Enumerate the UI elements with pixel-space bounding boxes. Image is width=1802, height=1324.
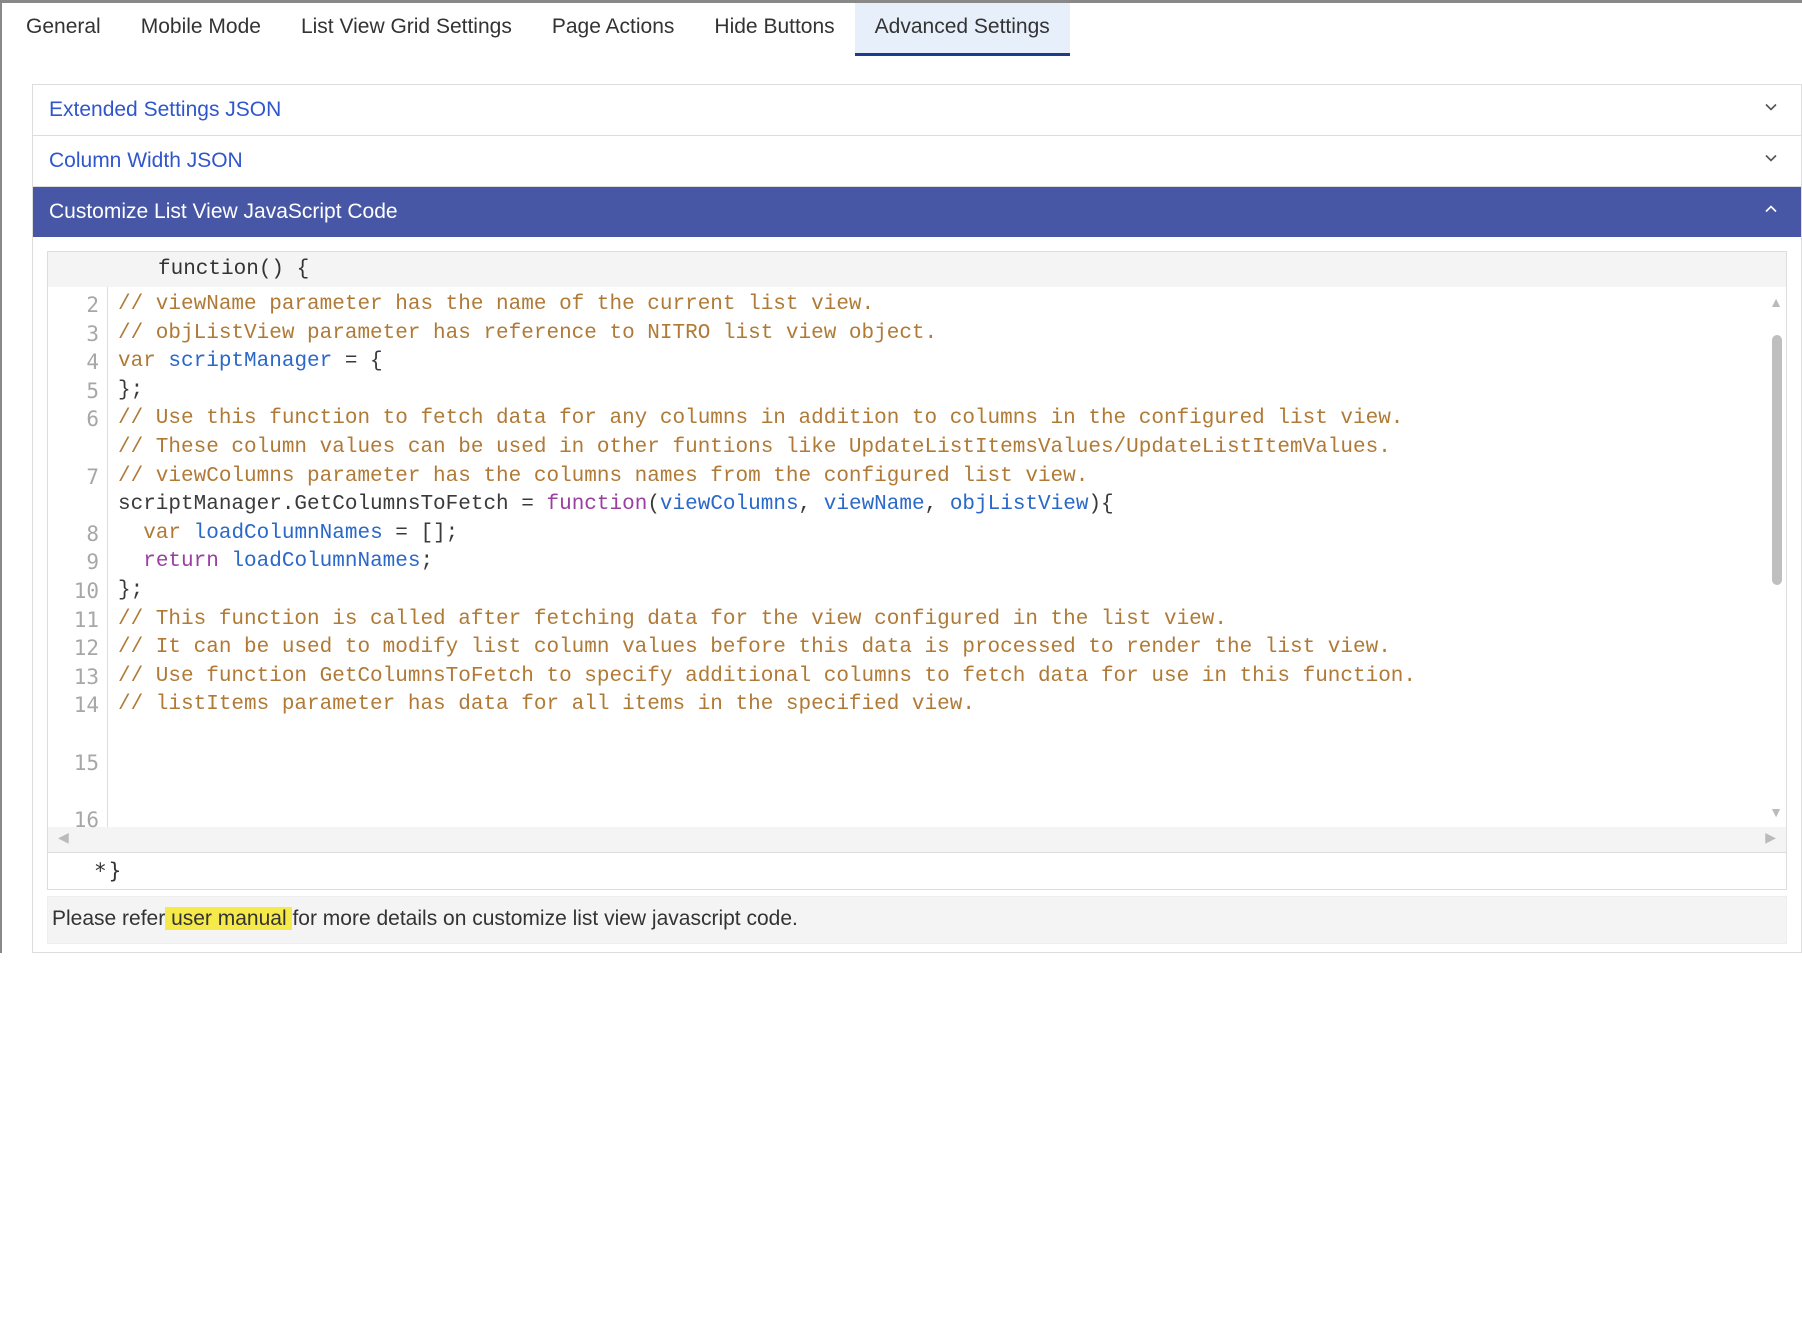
editor-footer-line: * } — [47, 853, 1787, 890]
chevron-down-icon — [1761, 148, 1781, 174]
scroll-right-icon[interactable]: ▶ — [1765, 829, 1776, 846]
accordion-title-extended: Extended Settings JSON — [49, 98, 281, 122]
accordion-item-extended: Extended Settings JSON — [33, 85, 1801, 136]
code-editor-panel: function() { 2 3 4 5 6 . 7 . 8 9 10 — [33, 237, 1801, 952]
scroll-thumb[interactable] — [1772, 335, 1782, 585]
content-area: Extended Settings JSON Column Width JSON… — [2, 56, 1802, 953]
help-post: for more details on customize list view … — [292, 907, 797, 930]
user-manual-link[interactable]: user manual — [165, 907, 292, 930]
footer-star: * — [94, 859, 107, 883]
code-editor[interactable]: 2 3 4 5 6 . 7 . 8 9 10 11 12 13 — [47, 287, 1787, 827]
tab-page-actions[interactable]: Page Actions — [532, 3, 695, 56]
accordion-header-column[interactable]: Column Width JSON — [33, 136, 1801, 186]
help-text: Please refer user manual for more detail… — [47, 896, 1787, 944]
accordion-header-customize[interactable]: Customize List View JavaScript Code — [33, 187, 1801, 237]
tab-general[interactable]: General — [6, 3, 121, 56]
accordion-header-extended[interactable]: Extended Settings JSON — [33, 85, 1801, 135]
accordion-title-customize: Customize List View JavaScript Code — [49, 200, 398, 224]
tab-hide-buttons[interactable]: Hide Buttons — [694, 3, 854, 56]
code-text[interactable]: // viewName parameter has the name of th… — [108, 287, 1786, 827]
tab-advanced-settings[interactable]: Advanced Settings — [855, 3, 1070, 56]
tab-mobile-mode[interactable]: Mobile Mode — [121, 3, 281, 56]
line-number-gutter: 2 3 4 5 6 . 7 . 8 9 10 11 12 13 — [48, 287, 108, 827]
tab-list-view-grid[interactable]: List View Grid Settings — [281, 3, 532, 56]
horizontal-scrollbar[interactable]: ◀ ▶ — [47, 827, 1787, 853]
accordion-item-column: Column Width JSON — [33, 136, 1801, 187]
editor-header-line: function() { — [47, 251, 1787, 287]
scroll-down-icon[interactable]: ▼ — [1768, 805, 1784, 819]
accordion-item-customize: Customize List View JavaScript Code func… — [33, 187, 1801, 953]
footer-brace: } — [109, 859, 122, 883]
help-pre: Please refer — [52, 907, 165, 930]
accordion: Extended Settings JSON Column Width JSON… — [32, 84, 1802, 953]
vertical-scrollbar[interactable]: ▲ ▼ — [1768, 295, 1784, 819]
chevron-down-icon — [1761, 97, 1781, 123]
accordion-title-column: Column Width JSON — [49, 149, 243, 173]
chevron-up-icon — [1761, 199, 1781, 225]
tabs-bar: General Mobile Mode List View Grid Setti… — [2, 3, 1802, 56]
scroll-up-icon[interactable]: ▲ — [1768, 295, 1784, 309]
